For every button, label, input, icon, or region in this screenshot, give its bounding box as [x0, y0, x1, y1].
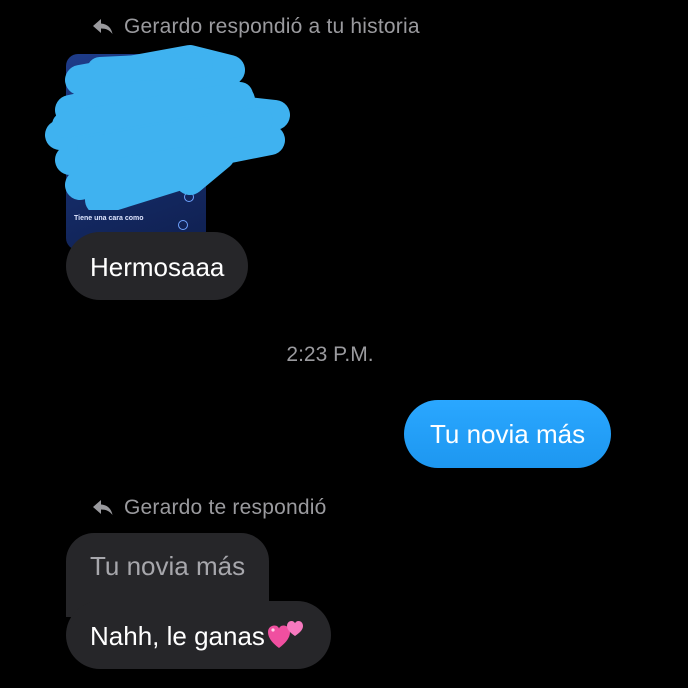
thumbnail-dot-icon: [178, 220, 188, 230]
thumbnail-caption: Tiene una cara como: [74, 215, 144, 222]
message-text: Hermosaaa: [90, 252, 225, 282]
reply-thread-header: Gerardo te respondió: [92, 496, 326, 520]
reply-arrow-icon: [93, 19, 113, 34]
quoted-message-text: Tu novia más: [90, 551, 246, 581]
story-reply-header-text: Gerardo respondió a tu historia: [124, 15, 420, 38]
scribble-redaction: [45, 45, 290, 210]
message-text: Nahh, le ganas: [90, 621, 265, 651]
story-reply-header: Gerardo respondió a tu historia: [92, 15, 420, 39]
reply-arrow-icon: [93, 500, 113, 515]
timestamp: 2:23 P.M.: [286, 343, 374, 366]
outgoing-message-bubble[interactable]: Tu novia más: [404, 400, 612, 468]
incoming-message-bubble[interactable]: Hermosaaa: [66, 232, 249, 300]
reply-thread-header-text: Gerardo te respondió: [124, 496, 327, 519]
two-hearts-emoji-icon: [267, 621, 303, 649]
incoming-message-bubble[interactable]: Nahh, le ganas: [66, 601, 331, 669]
message-text: Tu novia más: [430, 419, 586, 449]
